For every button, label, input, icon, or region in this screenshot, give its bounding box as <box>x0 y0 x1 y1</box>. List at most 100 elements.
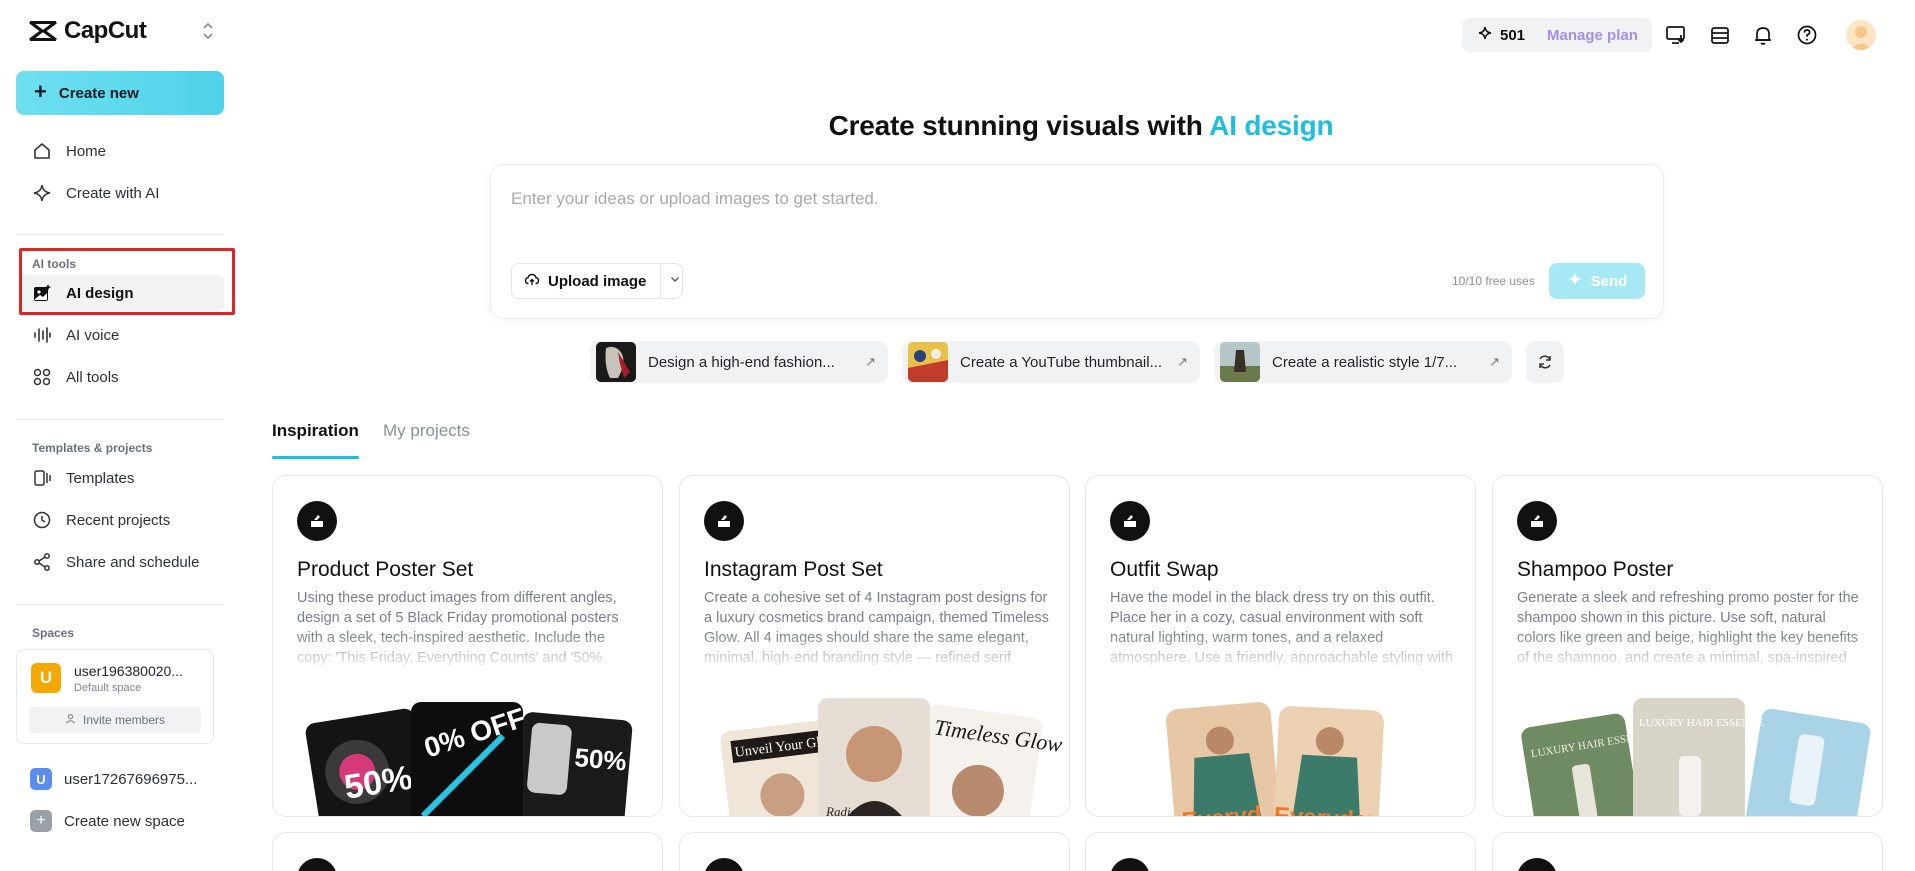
card-preview-image: LUXURY HAIR ESSENCE LUXURY HAIR ESSENCE <box>1521 698 1871 816</box>
home-icon <box>32 141 52 161</box>
tab-my-projects[interactable]: My projects <box>383 421 470 441</box>
card-preview-image: 50% 50% OFF 0% OFF <box>305 702 662 816</box>
sidebar-item-recent-projects[interactable]: Recent projects <box>20 502 224 538</box>
sidebar-item-share-and-schedule[interactable]: Share and schedule <box>20 544 224 580</box>
wand-icon <box>1110 858 1150 871</box>
space-subtitle: Default space <box>74 682 142 694</box>
suggestion-label: Design a high-end fashion... <box>648 353 835 371</box>
inspiration-card-product-poster-set[interactable]: Product Poster Set Using these product i… <box>272 475 663 817</box>
inspiration-card[interactable] <box>272 832 663 871</box>
plus-icon: + <box>30 810 52 832</box>
arrow-up-right-icon: ↗ <box>865 354 876 369</box>
waveform-icon <box>32 325 52 345</box>
sidebar-divider <box>16 604 224 605</box>
card-description: Generate a sleek and refreshing promo po… <box>1517 590 1859 672</box>
sidebar-item-label: Share and schedule <box>66 553 200 571</box>
inspiration-card-instagram-post-set[interactable]: Instagram Post Set Create a cohesive set… <box>679 475 1070 817</box>
create-new-button[interactable]: + Create new <box>16 71 224 115</box>
card-description: Have the model in the black dress try on… <box>1110 590 1454 672</box>
user-icon <box>65 713 76 727</box>
suggestion-chip[interactable]: Design a high-end fashion... ↗ <box>590 341 888 383</box>
card-description: Create a cohesive set of 4 Instagram pos… <box>704 590 1049 672</box>
wand-icon <box>1110 501 1150 541</box>
default-space-card[interactable]: U user196380020... Default space Invite … <box>16 649 214 744</box>
suggestion-label: Create a realistic style 1/7... <box>1272 353 1458 371</box>
help-icon[interactable] <box>1794 22 1820 48</box>
capcut-logo[interactable]: CapCut <box>28 17 147 45</box>
arrow-up-right-icon: ↗ <box>1177 354 1188 369</box>
card-preview-image: Unveil Your Glow Timeless Glow Radiance … <box>720 698 1064 817</box>
wand-icon <box>297 501 337 541</box>
create-new-space-button[interactable]: + Create new space <box>30 810 185 832</box>
wand-icon <box>1517 858 1557 871</box>
invite-members-label: Invite members <box>82 713 166 727</box>
desktop-download-icon[interactable] <box>1663 22 1689 48</box>
sidebar-item-ai-voice[interactable]: AI voice <box>20 317 224 353</box>
headline-text: Create stunning visuals with <box>828 110 1210 141</box>
wand-icon <box>704 858 744 871</box>
inspiration-card[interactable] <box>679 832 1070 871</box>
sidebar-item-label: Create with AI <box>66 184 160 202</box>
sparkle-icon <box>1567 271 1583 292</box>
app-name: CapCut <box>64 17 147 44</box>
refresh-suggestions-button[interactable] <box>1526 341 1564 383</box>
tab-inspiration[interactable]: Inspiration <box>272 421 359 441</box>
upload-divider <box>660 263 662 299</box>
sidebar-item-label: Home <box>66 142 107 160</box>
sidebar-item-home[interactable]: Home <box>20 133 224 169</box>
inspiration-card-shampoo-poster[interactable]: Shampoo Poster Generate a sleek and refr… <box>1492 475 1883 817</box>
credits-count: 501 <box>1500 26 1526 44</box>
card-title: Product Poster Set <box>297 558 474 581</box>
workspace-switch-icon[interactable] <box>200 21 216 41</box>
share-icon <box>32 552 52 572</box>
card-title: Shampoo Poster <box>1517 558 1674 581</box>
sidebar-item-all-tools[interactable]: All tools <box>20 359 224 395</box>
sidebar-item-label: Recent projects <box>66 511 171 529</box>
bell-icon[interactable] <box>1750 22 1776 48</box>
wand-icon <box>704 501 744 541</box>
suggestion-thumbnail <box>908 342 948 382</box>
manage-plan-link[interactable]: Manage plan <box>1547 27 1638 44</box>
card-preview-image: Everyd Everyday <box>1166 702 1384 816</box>
inspiration-card[interactable] <box>1492 832 1883 871</box>
template-icon <box>32 468 52 488</box>
sidebar-item-ai-design[interactable]: AI design <box>20 275 224 311</box>
inspiration-card[interactable] <box>1085 832 1476 871</box>
plus-icon: + <box>34 79 47 104</box>
space-avatar: U <box>31 663 61 693</box>
refresh-icon <box>1539 355 1551 369</box>
grid-icon <box>32 367 52 387</box>
upload-image-button[interactable]: Upload image <box>511 263 683 299</box>
spaces-section-label: Spaces <box>32 626 75 640</box>
chevron-down-icon[interactable] <box>669 272 681 290</box>
arrow-up-right-icon: ↗ <box>1489 354 1500 369</box>
space-name: user17267696975... <box>64 770 198 788</box>
credits-badge: 501 Manage plan <box>1462 18 1652 52</box>
headline-accent: AI design <box>1209 110 1334 141</box>
upload-image-label: Upload image <box>548 272 647 290</box>
sparkle-icon <box>32 183 52 203</box>
sidebar-item-label: AI design <box>66 284 134 302</box>
sidebar-item-label: Templates <box>66 469 135 487</box>
sidebar-item-create-with-ai[interactable]: Create with AI <box>20 175 224 211</box>
inspiration-card-outfit-swap[interactable]: Outfit Swap Have the model in the black … <box>1085 475 1476 817</box>
card-description: Using these product images from differen… <box>297 590 619 672</box>
suggestion-label: Create a YouTube thumbnail... <box>960 353 1163 371</box>
suggestion-chip[interactable]: Create a realistic style 1/7... ↗ <box>1214 341 1512 383</box>
card-title: Instagram Post Set <box>704 558 883 581</box>
send-button[interactable]: Send <box>1549 263 1645 299</box>
invite-members-button[interactable]: Invite members <box>29 707 201 733</box>
user-avatar[interactable] <box>1846 20 1876 50</box>
space-name: user196380020... <box>74 663 183 679</box>
create-new-space-label: Create new space <box>64 812 185 830</box>
sidebar-item-templates[interactable]: Templates <box>20 460 224 496</box>
create-new-label: Create new <box>58 84 139 102</box>
capcut-logo-icon <box>29 20 57 42</box>
prompt-input[interactable] <box>511 189 1631 209</box>
active-tab-indicator <box>272 456 359 459</box>
free-uses-counter: 10/10 free uses <box>1452 274 1535 288</box>
suggestion-chip[interactable]: Create a YouTube thumbnail... ↗ <box>902 341 1200 383</box>
other-space-item[interactable]: U user17267696975... <box>30 768 197 790</box>
card-art-text: Radiance Re <box>825 804 892 817</box>
inbox-stack-icon[interactable] <box>1707 22 1733 48</box>
